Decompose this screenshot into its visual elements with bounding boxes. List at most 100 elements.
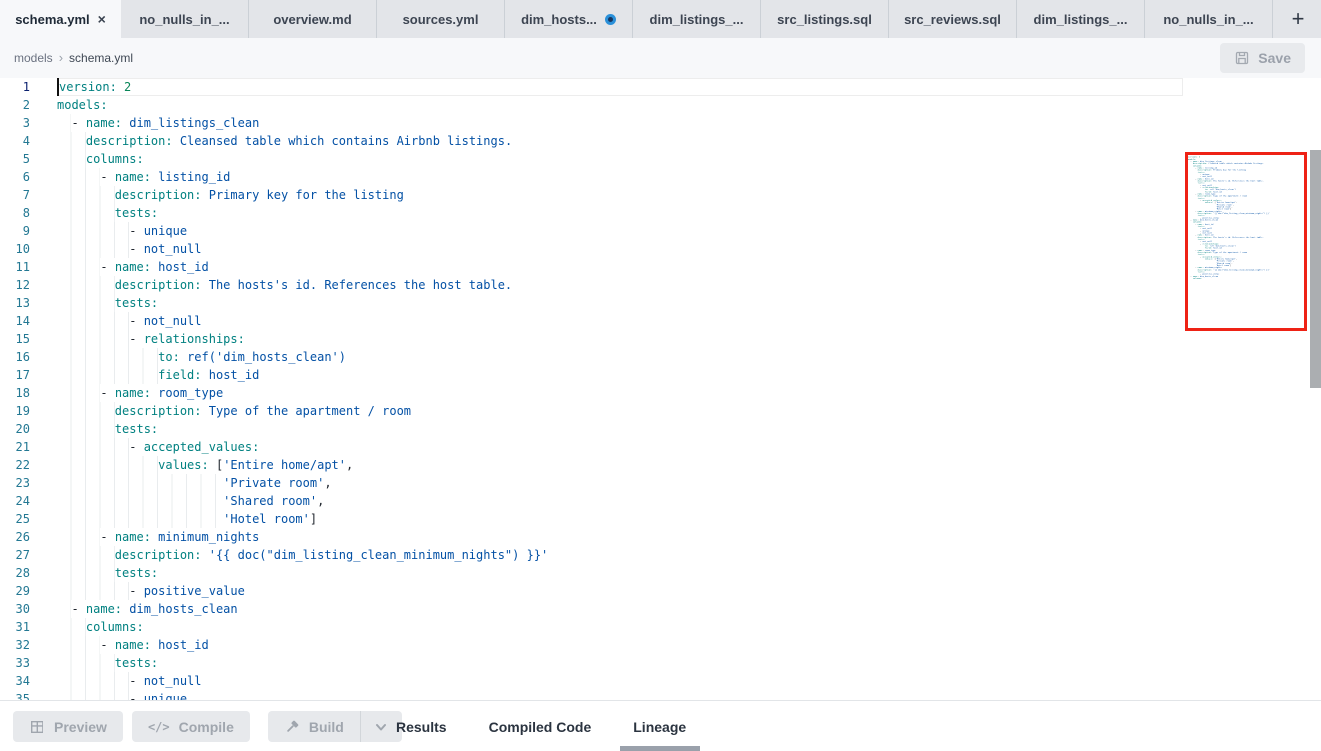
code-line[interactable]: 34 - not_null xyxy=(0,672,1183,690)
code-line[interactable]: 11 - name: host_id xyxy=(0,258,1183,276)
save-button[interactable]: Save xyxy=(1220,43,1305,73)
code-line[interactable]: 10 - not_null xyxy=(0,240,1183,258)
line-number: 27 xyxy=(0,546,30,564)
line-number: 30 xyxy=(0,600,30,618)
line-number: 21 xyxy=(0,438,30,456)
code-line[interactable]: 33 tests: xyxy=(0,654,1183,672)
code-line[interactable]: 24 'Shared room', xyxy=(0,492,1183,510)
tab-label: no_nulls_in_... xyxy=(139,12,229,27)
tab-label: overview.md xyxy=(273,12,351,27)
code-line[interactable]: 13 tests: xyxy=(0,294,1183,312)
line-number: 17 xyxy=(0,366,30,384)
code-icon: </> xyxy=(148,720,170,734)
code-line[interactable]: 19 description: Type of the apartment / … xyxy=(0,402,1183,420)
tab-src-listings-sql[interactable]: src_listings.sql xyxy=(761,0,889,38)
panel-tab-lineage[interactable]: Lineage xyxy=(633,701,686,751)
ide-window: schema.yml×no_nulls_in_...overview.mdsou… xyxy=(0,0,1321,751)
bottom-tabs: Results Compiled Code Lineage xyxy=(396,701,686,751)
code-line[interactable]: 17 field: host_id xyxy=(0,366,1183,384)
panel-tab-label: Compiled Code xyxy=(489,719,592,735)
active-tab-indicator xyxy=(620,746,700,751)
line-number: 34 xyxy=(0,672,30,690)
code-line[interactable]: 27 description: '{{ doc("dim_listing_cle… xyxy=(0,546,1183,564)
code-line[interactable]: 28 tests: xyxy=(0,564,1183,582)
code-line[interactable]: 7 description: Primary key for the listi… xyxy=(0,186,1183,204)
bottom-panel: Preview </> Compile Build Results Compiled C… xyxy=(0,700,1321,751)
new-tab-button[interactable]: + xyxy=(1275,0,1321,38)
code-line[interactable]: 8 tests: xyxy=(0,204,1183,222)
code-line[interactable]: 25 'Hotel room'] xyxy=(0,510,1183,528)
tab-dim-listings[interactable]: dim_listings_... xyxy=(1017,0,1145,38)
line-number: 7 xyxy=(0,186,30,204)
tab-sources-yml[interactable]: sources.yml xyxy=(377,0,505,38)
tab-src-reviews-sql[interactable]: src_reviews.sql xyxy=(889,0,1017,38)
code-line[interactable]: 32 - name: host_id xyxy=(0,636,1183,654)
chevron-right-icon: › xyxy=(59,50,63,65)
code-line[interactable]: 6 - name: listing_id xyxy=(0,168,1183,186)
code-line[interactable]: 30 - name: dim_hosts_clean xyxy=(0,600,1183,618)
breadcrumb-row: models › schema.yml Save xyxy=(0,38,1321,78)
code-line[interactable]: 22 values: ['Entire home/apt', xyxy=(0,456,1183,474)
panel-tab-results[interactable]: Results xyxy=(396,701,447,751)
line-number: 5 xyxy=(0,150,30,168)
tab-overview-md[interactable]: overview.md xyxy=(249,0,377,38)
code-line[interactable]: 18 - name: room_type xyxy=(0,384,1183,402)
code-editor[interactable]: 1version: 22models:3 - name: dim_listing… xyxy=(0,78,1321,700)
code-line[interactable]: 3 - name: dim_listings_clean xyxy=(0,114,1183,132)
code-line[interactable]: 31 columns: xyxy=(0,618,1183,636)
tab-label: dim_listings_... xyxy=(1034,12,1128,27)
build-button[interactable]: Build xyxy=(268,711,360,742)
panel-tab-compiled-code[interactable]: Compiled Code xyxy=(489,701,592,751)
build-button-group: Build xyxy=(268,711,402,742)
line-number: 11 xyxy=(0,258,30,276)
compile-button[interactable]: </> Compile xyxy=(132,711,250,742)
breadcrumb-item-models[interactable]: models xyxy=(14,51,53,65)
tab-no-nulls-in[interactable]: no_nulls_in_... xyxy=(1145,0,1273,38)
line-number: 13 xyxy=(0,294,30,312)
line-number: 28 xyxy=(0,564,30,582)
code-line[interactable]: 1version: 2 xyxy=(0,78,1183,96)
panel-tab-label: Results xyxy=(396,719,447,735)
line-number: 12 xyxy=(0,276,30,294)
line-number: 29 xyxy=(0,582,30,600)
minimap[interactable]: version: 2models: - name: dim_listings_c… xyxy=(1188,156,1306,316)
line-number: 8 xyxy=(0,204,30,222)
code-line[interactable]: 2models: xyxy=(0,96,1183,114)
line-number: 23 xyxy=(0,474,30,492)
code-line[interactable]: 29 - positive_value xyxy=(0,582,1183,600)
code-line[interactable]: 16 to: ref('dim_hosts_clean') xyxy=(0,348,1183,366)
button-label: Compile xyxy=(179,719,234,735)
code-line[interactable]: 9 - unique xyxy=(0,222,1183,240)
line-number: 4 xyxy=(0,132,30,150)
code-line[interactable]: 35 - unique xyxy=(0,690,1183,700)
button-label: Build xyxy=(309,719,344,735)
tab-label: dim_listings_... xyxy=(650,12,744,27)
code-line[interactable]: 5 columns: xyxy=(0,150,1183,168)
code-line[interactable]: 14 - not_null xyxy=(0,312,1183,330)
close-icon[interactable]: × xyxy=(98,12,106,26)
tab-schema-yml[interactable]: schema.yml× xyxy=(0,0,121,38)
vertical-scrollbar[interactable] xyxy=(1310,150,1321,388)
tab-dim-listings[interactable]: dim_listings_... xyxy=(633,0,761,38)
code-line[interactable]: 20 tests: xyxy=(0,420,1183,438)
line-number: 31 xyxy=(0,618,30,636)
code-line[interactable]: 21 - accepted_values: xyxy=(0,438,1183,456)
line-number: 3 xyxy=(0,114,30,132)
line-number: 2 xyxy=(0,96,30,114)
line-number: 10 xyxy=(0,240,30,258)
unsaved-dot-icon xyxy=(605,14,616,25)
tab-label: sources.yml xyxy=(403,12,479,27)
breadcrumb-item-schema-yml[interactable]: schema.yml xyxy=(69,51,133,65)
code-line[interactable]: 23 'Private room', xyxy=(0,474,1183,492)
code-line[interactable]: 15 - relationships: xyxy=(0,330,1183,348)
code-line[interactable]: 4 description: Cleansed table which cont… xyxy=(0,132,1183,150)
code-line[interactable]: 12 description: The hosts's id. Referenc… xyxy=(0,276,1183,294)
line-number: 9 xyxy=(0,222,30,240)
line-number: 26 xyxy=(0,528,30,546)
line-number: 35 xyxy=(0,690,30,700)
tab-no-nulls-in[interactable]: no_nulls_in_... xyxy=(121,0,249,38)
tab-dim-hosts[interactable]: dim_hosts... xyxy=(505,0,633,38)
code-line[interactable]: 26 - name: minimum_nights xyxy=(0,528,1183,546)
preview-button[interactable]: Preview xyxy=(13,711,123,742)
line-number: 6 xyxy=(0,168,30,186)
